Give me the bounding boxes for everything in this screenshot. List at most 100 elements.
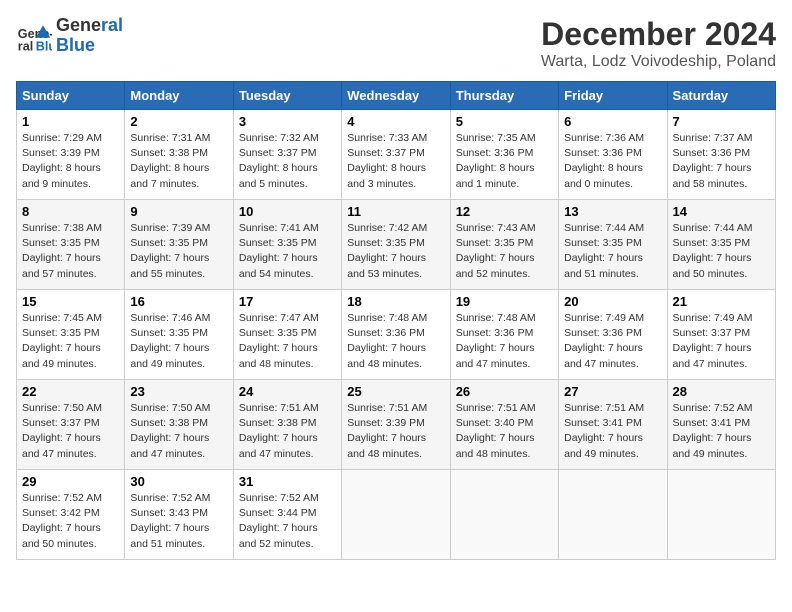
day-number: 22: [22, 384, 119, 399]
day-info: Sunrise: 7:41 AMSunset: 3:35 PMDaylight:…: [239, 221, 336, 282]
day-info: Sunrise: 7:44 AMSunset: 3:35 PMDaylight:…: [673, 221, 770, 282]
day-info: Sunrise: 7:48 AMSunset: 3:36 PMDaylight:…: [347, 311, 444, 372]
header: Gene- ral Blue General Blue December 202…: [16, 16, 776, 71]
column-header-thursday: Thursday: [450, 82, 558, 110]
calendar-cell: 20 Sunrise: 7:49 AMSunset: 3:36 PMDaylig…: [559, 290, 667, 380]
calendar-cell: 12 Sunrise: 7:43 AMSunset: 3:35 PMDaylig…: [450, 200, 558, 290]
day-number: 24: [239, 384, 336, 399]
day-number: 26: [456, 384, 553, 399]
calendar-cell: 30 Sunrise: 7:52 AMSunset: 3:43 PMDaylig…: [125, 470, 233, 560]
day-number: 8: [22, 204, 119, 219]
calendar-cell: 3 Sunrise: 7:32 AMSunset: 3:37 PMDayligh…: [233, 110, 341, 200]
day-info: Sunrise: 7:52 AMSunset: 3:41 PMDaylight:…: [673, 401, 770, 462]
day-info: Sunrise: 7:36 AMSunset: 3:36 PMDaylight:…: [564, 131, 661, 192]
calendar-cell: 23 Sunrise: 7:50 AMSunset: 3:38 PMDaylig…: [125, 380, 233, 470]
day-number: 27: [564, 384, 661, 399]
title-area: December 2024 Warta, Lodz Voivodeship, P…: [541, 16, 776, 71]
calendar-week-row: 15 Sunrise: 7:45 AMSunset: 3:35 PMDaylig…: [17, 290, 776, 380]
day-number: 15: [22, 294, 119, 309]
day-number: 11: [347, 204, 444, 219]
day-info: Sunrise: 7:35 AMSunset: 3:36 PMDaylight:…: [456, 131, 553, 192]
calendar-cell: 5 Sunrise: 7:35 AMSunset: 3:36 PMDayligh…: [450, 110, 558, 200]
column-header-saturday: Saturday: [667, 82, 775, 110]
calendar-cell: 31 Sunrise: 7:52 AMSunset: 3:44 PMDaylig…: [233, 470, 341, 560]
day-number: 1: [22, 114, 119, 129]
calendar-cell: 9 Sunrise: 7:39 AMSunset: 3:35 PMDayligh…: [125, 200, 233, 290]
day-info: Sunrise: 7:52 AMSunset: 3:42 PMDaylight:…: [22, 491, 119, 552]
column-header-wednesday: Wednesday: [342, 82, 450, 110]
calendar-cell: 27 Sunrise: 7:51 AMSunset: 3:41 PMDaylig…: [559, 380, 667, 470]
calendar-cell: 18 Sunrise: 7:48 AMSunset: 3:36 PMDaylig…: [342, 290, 450, 380]
calendar-body: 1 Sunrise: 7:29 AMSunset: 3:39 PMDayligh…: [17, 110, 776, 560]
calendar-cell: 29 Sunrise: 7:52 AMSunset: 3:42 PMDaylig…: [17, 470, 125, 560]
calendar-cell: [342, 470, 450, 560]
day-number: 17: [239, 294, 336, 309]
day-number: 5: [456, 114, 553, 129]
calendar-week-row: 8 Sunrise: 7:38 AMSunset: 3:35 PMDayligh…: [17, 200, 776, 290]
day-number: 6: [564, 114, 661, 129]
calendar-cell: 28 Sunrise: 7:52 AMSunset: 3:41 PMDaylig…: [667, 380, 775, 470]
day-info: Sunrise: 7:51 AMSunset: 3:38 PMDaylight:…: [239, 401, 336, 462]
calendar-cell: 7 Sunrise: 7:37 AMSunset: 3:36 PMDayligh…: [667, 110, 775, 200]
day-info: Sunrise: 7:48 AMSunset: 3:36 PMDaylight:…: [456, 311, 553, 372]
day-number: 14: [673, 204, 770, 219]
day-number: 12: [456, 204, 553, 219]
calendar-cell: 4 Sunrise: 7:33 AMSunset: 3:37 PMDayligh…: [342, 110, 450, 200]
sub-title: Warta, Lodz Voivodeship, Poland: [541, 53, 776, 71]
day-info: Sunrise: 7:32 AMSunset: 3:37 PMDaylight:…: [239, 131, 336, 192]
logo-icon: Gene- ral Blue: [16, 18, 52, 54]
day-number: 21: [673, 294, 770, 309]
calendar-week-row: 29 Sunrise: 7:52 AMSunset: 3:42 PMDaylig…: [17, 470, 776, 560]
day-info: Sunrise: 7:49 AMSunset: 3:37 PMDaylight:…: [673, 311, 770, 372]
logo-text-line1: General: [56, 16, 123, 36]
day-info: Sunrise: 7:47 AMSunset: 3:35 PMDaylight:…: [239, 311, 336, 372]
main-title: December 2024: [541, 16, 776, 53]
day-number: 19: [456, 294, 553, 309]
calendar-cell: 24 Sunrise: 7:51 AMSunset: 3:38 PMDaylig…: [233, 380, 341, 470]
day-info: Sunrise: 7:39 AMSunset: 3:35 PMDaylight:…: [130, 221, 227, 282]
day-number: 3: [239, 114, 336, 129]
day-info: Sunrise: 7:45 AMSunset: 3:35 PMDaylight:…: [22, 311, 119, 372]
day-info: Sunrise: 7:52 AMSunset: 3:43 PMDaylight:…: [130, 491, 227, 552]
day-info: Sunrise: 7:42 AMSunset: 3:35 PMDaylight:…: [347, 221, 444, 282]
calendar-cell: 14 Sunrise: 7:44 AMSunset: 3:35 PMDaylig…: [667, 200, 775, 290]
column-header-monday: Monday: [125, 82, 233, 110]
calendar-cell: 19 Sunrise: 7:48 AMSunset: 3:36 PMDaylig…: [450, 290, 558, 380]
calendar-cell: 10 Sunrise: 7:41 AMSunset: 3:35 PMDaylig…: [233, 200, 341, 290]
calendar-cell: 11 Sunrise: 7:42 AMSunset: 3:35 PMDaylig…: [342, 200, 450, 290]
day-number: 30: [130, 474, 227, 489]
calendar-cell: 2 Sunrise: 7:31 AMSunset: 3:38 PMDayligh…: [125, 110, 233, 200]
calendar-table: SundayMondayTuesdayWednesdayThursdayFrid…: [16, 81, 776, 560]
day-info: Sunrise: 7:46 AMSunset: 3:35 PMDaylight:…: [130, 311, 227, 372]
day-number: 7: [673, 114, 770, 129]
calendar-week-row: 22 Sunrise: 7:50 AMSunset: 3:37 PMDaylig…: [17, 380, 776, 470]
calendar-week-row: 1 Sunrise: 7:29 AMSunset: 3:39 PMDayligh…: [17, 110, 776, 200]
day-info: Sunrise: 7:51 AMSunset: 3:39 PMDaylight:…: [347, 401, 444, 462]
column-header-tuesday: Tuesday: [233, 82, 341, 110]
calendar-cell: [559, 470, 667, 560]
day-number: 23: [130, 384, 227, 399]
calendar-cell: [667, 470, 775, 560]
day-info: Sunrise: 7:38 AMSunset: 3:35 PMDaylight:…: [22, 221, 119, 282]
calendar-cell: 1 Sunrise: 7:29 AMSunset: 3:39 PMDayligh…: [17, 110, 125, 200]
day-number: 13: [564, 204, 661, 219]
day-info: Sunrise: 7:49 AMSunset: 3:36 PMDaylight:…: [564, 311, 661, 372]
column-header-friday: Friday: [559, 82, 667, 110]
calendar-cell: 8 Sunrise: 7:38 AMSunset: 3:35 PMDayligh…: [17, 200, 125, 290]
calendar-cell: 17 Sunrise: 7:47 AMSunset: 3:35 PMDaylig…: [233, 290, 341, 380]
svg-text:Blue: Blue: [36, 39, 52, 53]
calendar-header-row: SundayMondayTuesdayWednesdayThursdayFrid…: [17, 82, 776, 110]
calendar-cell: 26 Sunrise: 7:51 AMSunset: 3:40 PMDaylig…: [450, 380, 558, 470]
day-info: Sunrise: 7:44 AMSunset: 3:35 PMDaylight:…: [564, 221, 661, 282]
calendar-cell: 15 Sunrise: 7:45 AMSunset: 3:35 PMDaylig…: [17, 290, 125, 380]
day-number: 10: [239, 204, 336, 219]
calendar-cell: 13 Sunrise: 7:44 AMSunset: 3:35 PMDaylig…: [559, 200, 667, 290]
day-info: Sunrise: 7:43 AMSunset: 3:35 PMDaylight:…: [456, 221, 553, 282]
day-info: Sunrise: 7:51 AMSunset: 3:41 PMDaylight:…: [564, 401, 661, 462]
day-number: 18: [347, 294, 444, 309]
day-number: 29: [22, 474, 119, 489]
column-header-sunday: Sunday: [17, 82, 125, 110]
day-number: 4: [347, 114, 444, 129]
day-info: Sunrise: 7:33 AMSunset: 3:37 PMDaylight:…: [347, 131, 444, 192]
calendar-cell: [450, 470, 558, 560]
